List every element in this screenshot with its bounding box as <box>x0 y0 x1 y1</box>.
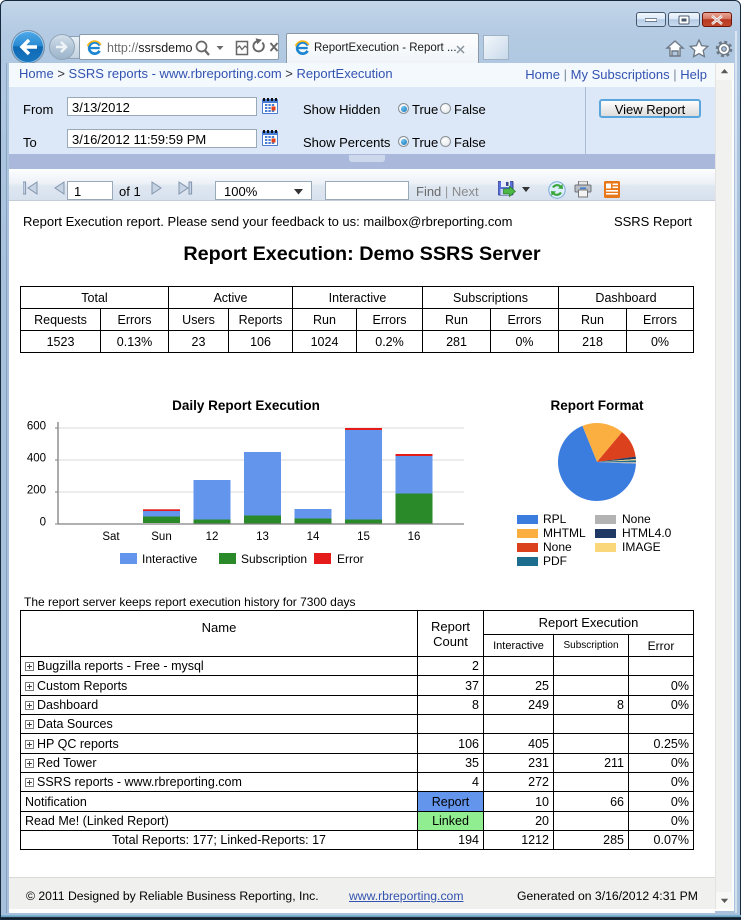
svg-text:Sat: Sat <box>102 531 120 543</box>
svg-text:Sun: Sun <box>151 531 171 543</box>
svg-text:None: None <box>622 512 651 526</box>
svg-text:MHTML: MHTML <box>543 526 586 540</box>
svg-text:PDF: PDF <box>543 554 567 568</box>
svg-text:Subscription: Subscription <box>241 552 307 566</box>
svg-text:400: 400 <box>27 453 46 465</box>
svg-text:16: 16 <box>408 531 421 543</box>
svg-text:13: 13 <box>256 531 269 543</box>
svg-text:None: None <box>543 540 572 554</box>
svg-text:RPL: RPL <box>543 512 567 526</box>
svg-text:Error: Error <box>337 552 364 566</box>
svg-text:HTML4.0: HTML4.0 <box>622 526 672 540</box>
svg-text:IMAGE: IMAGE <box>622 540 661 554</box>
svg-text:200: 200 <box>27 485 46 497</box>
svg-text:0: 0 <box>40 517 46 529</box>
svg-text:Interactive: Interactive <box>142 552 198 566</box>
svg-text:600: 600 <box>27 421 46 433</box>
svg-text:14: 14 <box>307 531 320 543</box>
svg-text:15: 15 <box>357 531 370 543</box>
svg-text:Daily Report Execution: Daily Report Execution <box>172 398 320 413</box>
svg-text:Report Format: Report Format <box>550 398 644 413</box>
svg-text:12: 12 <box>206 531 219 543</box>
